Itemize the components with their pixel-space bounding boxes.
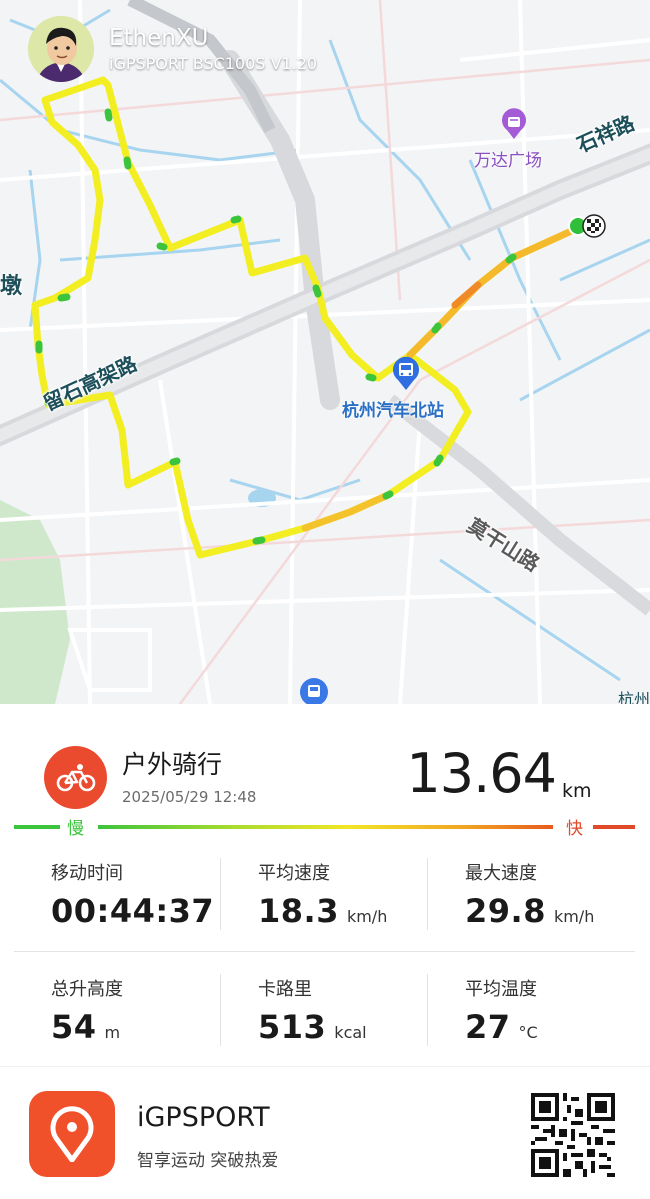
map-label-east-edge: 墩 [0,274,23,299]
stat-avg-speed: 平均速度 18.3 km/h [258,862,458,930]
stat-moving-time: 移动时间 00:44:37 [51,862,251,930]
route-map[interactable]: 石祥路 万达广场 墩 留石高架路 杭州汽车北站 莫干山路 杭州 EthenXU … [0,0,650,704]
stat-label: 移动时间 [51,863,123,884]
divider [14,951,635,952]
stat-label: 总升高度 [51,979,123,1000]
speed-legend: 慢 快 [0,814,650,842]
slow-line [14,825,60,829]
stat-unit: km/h [346,907,388,926]
avatar-cartoon-icon [28,16,94,82]
stat-label: 平均速度 [258,863,330,884]
stat-elevation-gain: 总升高度 54 m [51,978,251,1046]
activity-datetime: 2025/05/29 12:48 [122,788,257,806]
bus-stop-icon[interactable] [299,677,329,704]
divider [427,858,428,930]
stat-value: 513 [258,1008,327,1046]
divider [220,974,221,1046]
cycling-icon [44,746,107,809]
speed-gradient-bar [98,825,553,829]
igpsport-logo-icon [29,1091,115,1177]
stat-unit: km/h [553,907,595,926]
qr-code-icon[interactable] [531,1093,615,1177]
distance-value: 13.64 [406,742,557,805]
map-label-bus-station: 杭州汽车北站 [342,401,444,421]
user-header: EthenXU iGPSPORT BSC100S V1.20 [28,16,317,82]
distance-unit: km [562,780,592,802]
fast-line [593,825,635,829]
brand-name: iGPSPORT [137,1102,270,1133]
username: EthenXU [109,25,209,51]
stat-value: 00:44:37 [51,892,215,930]
stat-value: 18.3 [258,892,339,930]
map-background [0,0,650,704]
stat-max-speed: 最大速度 29.8 km/h [465,862,650,930]
stat-value: 29.8 [465,892,546,930]
stat-label: 最大速度 [465,863,537,884]
map-label-bottom-right: 杭州 [618,690,650,704]
activity-type: 户外骑行 [122,750,223,779]
map-label-wanda-plaza: 万达广场 [474,151,542,171]
stat-value: 27 [465,1008,511,1046]
device-name: iGPSPORT BSC100S V1.20 [109,54,318,73]
stat-label: 卡路里 [258,979,312,1000]
wanda-plaza-pin-icon[interactable] [499,108,529,140]
divider [220,858,221,930]
fast-label: 快 [566,819,583,839]
stat-unit: m [104,1023,121,1042]
bus-station-pin-icon[interactable] [390,355,422,391]
stat-avg-temperature: 平均温度 27 °C [465,978,650,1046]
slow-label: 慢 [67,819,84,839]
stat-unit: kcal [334,1023,367,1042]
stat-unit: °C [518,1023,538,1042]
avatar[interactable] [28,16,94,82]
stat-value: 54 [51,1008,97,1046]
brand-slogan: 智享运动 突破热爱 [137,1151,279,1171]
stat-label: 平均温度 [465,979,537,1000]
divider [427,974,428,1046]
stat-calories: 卡路里 513 kcal [258,978,458,1046]
finish-flag-icon [582,214,606,238]
